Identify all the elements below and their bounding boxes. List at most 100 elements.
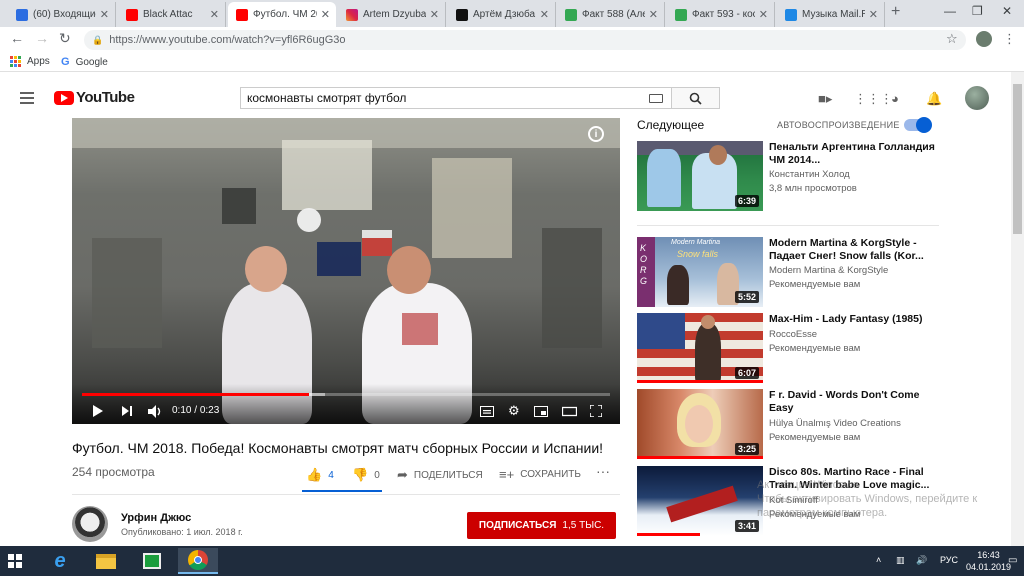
youtube-masthead: YouTube космонавты смотрят футбол ■▸ ⋮⋮⋮… [0, 72, 1024, 122]
browser-tab[interactable]: Факт 593 - кос ✕ [667, 2, 775, 27]
close-tab-icon[interactable]: ✕ [321, 8, 330, 21]
file-explorer-icon[interactable] [86, 548, 126, 574]
windows-activation-watermark: Активация Windows Чтобы активировать Win… [757, 479, 978, 519]
internet-explorer-icon[interactable]: e [40, 548, 80, 574]
bookmark-apps[interactable]: Apps [10, 56, 50, 67]
browser-tab[interactable]: Black Attac ✕ [118, 2, 226, 27]
dislike-button[interactable]: 👎 0 [352, 467, 380, 483]
video-duration: 3:25 [734, 443, 759, 455]
close-tab-icon[interactable]: ✕ [759, 8, 768, 21]
browser-tab[interactable]: Артём Дзюба ✕ [448, 2, 556, 27]
recommended-video[interactable]: 6:07 Max-Him - Lady Fantasy (1985) Rocco… [637, 313, 947, 385]
guide-menu-icon[interactable] [20, 92, 34, 107]
volume-button[interactable] [148, 404, 163, 418]
l-icon [456, 8, 468, 21]
recommended-views: Рекомендуемые вам [769, 343, 861, 354]
subtitles-button[interactable] [480, 404, 494, 418]
page-scrollbar[interactable] [1011, 72, 1024, 546]
played-bar [82, 393, 310, 396]
close-tab-icon[interactable]: ✕ [210, 8, 219, 21]
keyboard-icon[interactable] [649, 94, 663, 103]
next-button[interactable] [121, 404, 133, 418]
channel-name[interactable]: Урфин Джюс [121, 512, 191, 524]
system-clock[interactable]: 16:43 04.01.2019 [966, 549, 1011, 573]
add-to-playlist-icon: ≡+ [499, 467, 515, 482]
settings-gear-icon[interactable]: ⚙ [508, 403, 520, 418]
browser-tab[interactable]: (60) Входящие ✕ [8, 2, 116, 27]
video-duration: 6:07 [734, 367, 759, 379]
video-thumbnail[interactable]: 3:25 [637, 389, 763, 459]
maximize-icon[interactable]: ❐ [972, 4, 983, 18]
forward-icon[interactable]: → [35, 30, 49, 46]
profile-avatar[interactable] [976, 31, 992, 47]
chrome-taskbar-icon[interactable] [178, 548, 218, 574]
share-button[interactable]: ➦ ПОДЕЛИТЬСЯ [397, 467, 483, 483]
account-avatar[interactable] [965, 86, 989, 110]
close-tab-icon[interactable]: ✕ [540, 8, 549, 21]
back-icon[interactable]: ← [10, 30, 24, 46]
action-center-icon[interactable]: ▭ [1008, 555, 1017, 566]
browser-tab[interactable]: Artem Dzyuba ✕ [338, 2, 446, 27]
minimize-icon[interactable]: — [944, 4, 956, 18]
video-thumbnail[interactable]: 6:39 [637, 141, 763, 211]
browser-menu-icon[interactable]: ⋮ [1003, 31, 1016, 47]
language-indicator[interactable]: РУС [940, 555, 958, 565]
browser-tab[interactable]: Футбол. ЧМ 20 ✕ [228, 2, 336, 27]
address-bar[interactable]: 🔒 https://www.youtube.com/watch?v=yfl6R6… [84, 30, 966, 50]
bookmark-star-icon[interactable]: ☆ [946, 31, 958, 47]
subscribe-button[interactable]: ПОДПИСАТЬСЯ 1,5 ТЫС. [467, 512, 616, 539]
tab-title: Артём Дзюба [473, 9, 536, 20]
recommended-views: Рекомендуемые вам [769, 279, 861, 290]
miniplayer-icon [534, 405, 548, 417]
info-icon[interactable]: i [588, 126, 604, 142]
browser-tab[interactable]: Факт 588 (Алек ✕ [557, 2, 665, 27]
recommended-video[interactable]: KORG Modern Martina Snow falls 5:52 Mode… [637, 237, 947, 309]
mail-icon [16, 8, 28, 21]
miniplayer-button[interactable] [534, 404, 548, 418]
search-button[interactable] [672, 87, 720, 109]
tray-expand-icon[interactable]: ˄ [876, 555, 881, 565]
create-video-icon[interactable]: ■▸ [818, 91, 832, 107]
save-button[interactable]: ≡+ СОХРАНИТЬ [499, 467, 581, 482]
close-tab-icon[interactable]: ✕ [430, 8, 439, 21]
apps-icon[interactable]: ⋮⋮⋮ [854, 91, 893, 107]
youtube-icon [126, 8, 138, 21]
close-tab-icon[interactable]: ✕ [649, 8, 658, 21]
youtube-logo[interactable]: YouTube [54, 89, 135, 106]
recommended-video[interactable]: 6:39 Пенальти Аргентина Голландия ЧМ 201… [637, 141, 947, 213]
more-actions-icon[interactable]: ··· [596, 463, 610, 479]
speaker-icon[interactable]: 🔊 [916, 555, 927, 566]
search-input[interactable]: космонавты смотрят футбол [240, 87, 672, 109]
browser-tab[interactable]: Музыка Mail.R ✕ [777, 2, 885, 27]
progress-bar[interactable] [82, 393, 610, 396]
autoplay-toggle[interactable] [904, 117, 932, 133]
network-icon[interactable]: ▥ [896, 555, 905, 566]
close-window-icon[interactable]: ✕ [1002, 4, 1012, 18]
watched-bar [637, 456, 763, 459]
video-thumbnail[interactable]: 6:07 [637, 313, 763, 383]
video-player[interactable]: i 0:10 / 0:23 ⚙ [72, 118, 620, 424]
theater-mode-button[interactable] [562, 404, 577, 418]
fullscreen-button[interactable] [590, 404, 602, 418]
recommended-video[interactable]: 3:25 F r. David - Words Don't Come Easy … [637, 389, 947, 461]
video-thumbnail[interactable]: KORG Modern Martina Snow falls 5:52 [637, 237, 763, 307]
store-icon[interactable] [132, 548, 172, 574]
notifications-bell-icon[interactable]: 🔔 [926, 91, 942, 107]
recommended-title[interactable]: Пенальти Аргентина Голландия ЧМ 2014... [769, 141, 939, 167]
reload-icon[interactable]: ↻ [59, 30, 71, 47]
play-button[interactable] [92, 404, 104, 418]
channel-avatar[interactable] [72, 506, 108, 542]
video-thumbnail[interactable]: 3:41 [637, 466, 763, 536]
messages-icon[interactable]: ◕ [891, 91, 899, 106]
like-button[interactable]: 👍 4 [306, 467, 334, 483]
recommended-title[interactable]: Modern Martina & KorgStyle - Падает Снег… [769, 237, 939, 263]
bookmark-google[interactable]: G Google [61, 56, 108, 68]
windows-start-icon[interactable] [8, 554, 22, 568]
recommended-title[interactable]: Max-Him - Lady Fantasy (1985) [769, 313, 939, 326]
tab-title: Музыка Mail.R [802, 9, 865, 20]
new-tab-button[interactable]: + [891, 3, 900, 21]
player-controls: 0:10 / 0:23 ⚙ [72, 398, 620, 424]
recommended-title[interactable]: F r. David - Words Don't Come Easy [769, 389, 939, 415]
close-tab-icon[interactable]: ✕ [869, 8, 878, 21]
close-tab-icon[interactable]: ✕ [100, 8, 109, 21]
